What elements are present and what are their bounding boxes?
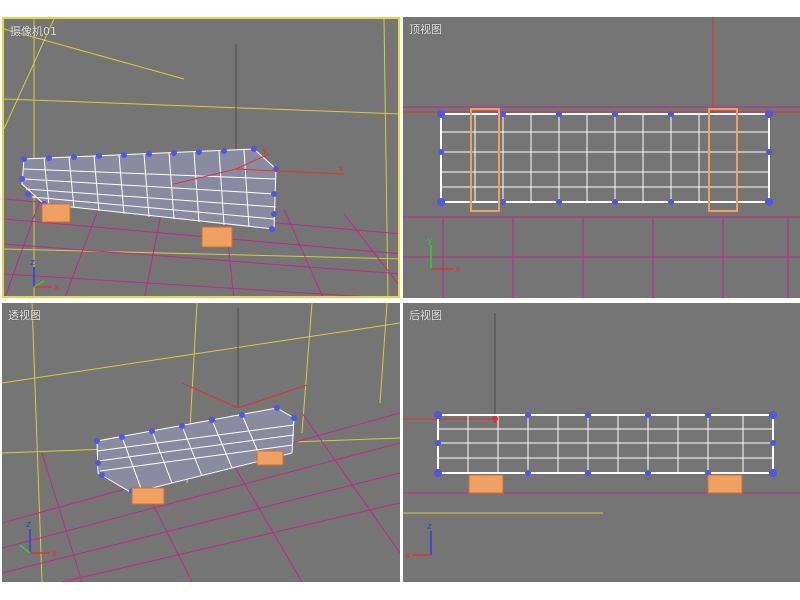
tripod-z-label: z: [427, 522, 432, 532]
transform-gizmo[interactable]: [181, 382, 308, 409]
axis-tripod: z x: [405, 522, 432, 561]
viewport-camera-canvas[interactable]: x y z x: [4, 19, 400, 298]
bench-legs: [470, 108, 738, 212]
axis-tripod: y x: [427, 236, 461, 275]
gizmo-x-label: x: [338, 164, 344, 174]
tripod-z-label: z: [26, 520, 31, 530]
bench-legs: [468, 474, 743, 494]
viewport-back[interactable]: 后视图 z x: [403, 303, 800, 582]
viewport-camera01[interactable]: 摄像机01 x y z x: [2, 17, 400, 298]
tripod-x-label: x: [455, 265, 461, 275]
axis-tripod: z x: [19, 520, 58, 559]
viewport-label-camera[interactable]: 摄像机01: [10, 23, 57, 39]
viewport-perspective[interactable]: 透视图 z x: [2, 303, 400, 582]
tripod-z-label: z: [30, 258, 35, 268]
axis-tripod: z x: [30, 258, 60, 293]
viewport-label-back[interactable]: 后视图: [409, 307, 442, 323]
viewport-label-top[interactable]: 顶视图: [409, 21, 442, 37]
viewport-label-perspective[interactable]: 透视图: [8, 307, 41, 323]
viewport-back-canvas[interactable]: z x: [403, 303, 800, 582]
bench-mesh-top[interactable]: [437, 108, 773, 212]
viewport-perspective-canvas[interactable]: z x: [2, 303, 400, 582]
gizmo-y-label: y: [262, 146, 268, 156]
tripod-y-label: y: [427, 236, 433, 246]
tripod-x-label: x: [54, 283, 60, 293]
viewport-top-canvas[interactable]: y x: [403, 17, 800, 298]
bench-mesh-back[interactable]: [434, 411, 777, 494]
viewport-top[interactable]: 顶视图 y x: [403, 17, 800, 298]
pivot-point: [492, 416, 498, 422]
tripod-x-label: x: [405, 551, 411, 561]
tripod-x-label: x: [52, 549, 58, 559]
